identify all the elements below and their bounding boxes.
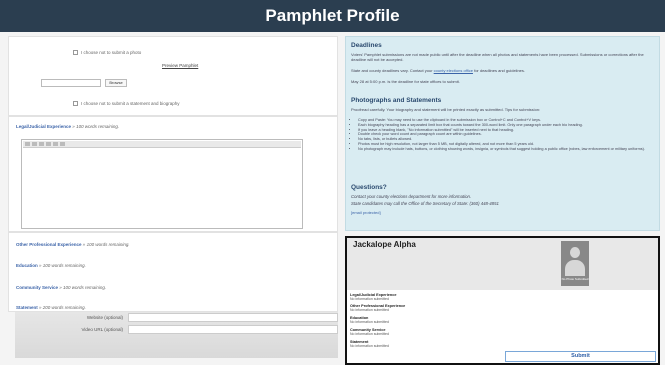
questions-heading: Questions? xyxy=(351,184,387,191)
redo-icon[interactable] xyxy=(32,142,37,146)
education-remaining: 100 words remaining. xyxy=(42,263,86,268)
no-photo-caption: No Photo Submitted xyxy=(561,277,589,281)
no-statement-checkbox[interactable] xyxy=(73,101,78,106)
info-panel: Deadlines Voters' Pamphlet submissions a… xyxy=(345,36,660,365)
deadlines-text-2-post: for deadlines and guidelines. xyxy=(474,68,526,73)
page-title: Pamphlet Profile xyxy=(265,6,400,25)
legal-remaining: 100 words remaining. xyxy=(76,124,120,129)
deadlines-text-1: Voters' Pamphlet submissions are not mad… xyxy=(351,52,644,62)
legal-title: Legal/Judicial Experience xyxy=(16,124,72,129)
undo-icon[interactable] xyxy=(25,142,30,146)
pamphlet-preview: Jackalope Alpha No Photo Submitted Legal… xyxy=(345,236,660,365)
photos-text: Proofread carefully. Your biography and … xyxy=(351,107,541,112)
form-panel: I choose not to submit a photo Preview P… xyxy=(8,36,338,358)
candidate-photo-placeholder: No Photo Submitted xyxy=(561,241,589,286)
person-silhouette-body xyxy=(565,260,585,276)
education-header[interactable]: Education » 100 words remaining. xyxy=(16,263,86,268)
preview-header: Jackalope Alpha No Photo Submitted xyxy=(347,238,658,290)
tip-item: No photograph may include hats, buttons,… xyxy=(358,147,654,152)
preview-pamphlet-link[interactable]: Preview Pamphlet xyxy=(162,63,198,68)
copy-icon[interactable] xyxy=(46,142,51,146)
photos-heading: Photographs and Statements xyxy=(351,97,442,104)
preview-content: Jackalope Alpha No Photo Submitted Legal… xyxy=(347,238,658,350)
statement-remaining: 200 words remaining. xyxy=(42,305,86,310)
community-title: Community Service xyxy=(16,285,59,290)
collapsed-sections: Other Professional Experience » 100 word… xyxy=(8,232,338,312)
preview-value-legal: No information submitted xyxy=(350,297,389,301)
other-title: Other Professional Experience xyxy=(16,242,82,247)
no-photo-option[interactable]: I choose not to submit a photo xyxy=(73,50,141,55)
community-remaining: 100 words remaining. xyxy=(63,285,107,290)
tips-list: Copy and Paste: You may need to use the … xyxy=(358,118,654,152)
legal-section: Legal/Judicial Experience » 100 words re… xyxy=(8,116,338,232)
person-silhouette-icon xyxy=(570,247,580,258)
legal-header[interactable]: Legal/Judicial Experience » 100 words re… xyxy=(16,124,119,129)
deadlines-box: Deadlines Voters' Pamphlet submissions a… xyxy=(345,36,660,231)
preview-value-community: No information submitted xyxy=(350,332,389,336)
title-bar: Pamphlet Profile xyxy=(0,0,665,32)
website-input[interactable] xyxy=(128,313,338,322)
submit-button[interactable]: Submit xyxy=(505,351,656,362)
video-url-input[interactable] xyxy=(128,325,338,334)
preview-value-education: No information submitted xyxy=(350,320,389,324)
deadlines-heading: Deadlines xyxy=(351,42,382,49)
preview-value-statement: No information submitted xyxy=(350,344,389,348)
browse-button[interactable]: Browse xyxy=(105,79,127,87)
statement-header[interactable]: Statement » 200 words remaining. xyxy=(16,305,86,310)
statement-title: Statement xyxy=(16,305,38,310)
community-header[interactable]: Community Service » 100 words remaining. xyxy=(16,285,106,290)
deadlines-text-2-pre: State and county deadlines vary. Contact… xyxy=(351,68,433,73)
no-statement-label: I choose not to submit a statement and b… xyxy=(81,101,180,106)
website-label: Website (optional) xyxy=(86,315,123,320)
other-remaining: 100 words remaining. xyxy=(86,242,130,247)
education-title: Education xyxy=(16,263,38,268)
no-photo-checkbox[interactable] xyxy=(73,50,78,55)
format-icon[interactable] xyxy=(60,142,65,146)
no-photo-label: I choose not to submit a photo xyxy=(81,50,142,55)
legal-editor[interactable] xyxy=(21,139,303,229)
video-url-label: Video URL (optional) xyxy=(81,327,123,332)
cut-icon[interactable] xyxy=(39,142,44,146)
deadlines-text-3: May 28 at 5:00 p.m. is the deadline for … xyxy=(351,79,460,84)
questions-text-2: State candidates may call the Office of … xyxy=(351,201,499,206)
photo-section: I choose not to submit a photo Preview P… xyxy=(8,36,338,116)
optional-links-area: Website (optional) Video URL (optional) xyxy=(15,312,338,358)
preview-value-other: No information submitted xyxy=(350,308,389,312)
editor-toolbar xyxy=(23,141,301,148)
email-link[interactable]: [email protected] xyxy=(351,210,381,215)
no-statement-option[interactable]: I choose not to submit a statement and b… xyxy=(73,101,180,106)
other-header[interactable]: Other Professional Experience » 100 word… xyxy=(16,242,130,247)
paste-icon[interactable] xyxy=(53,142,58,146)
questions-text-1: Contact your county elections department… xyxy=(351,194,472,199)
photo-file-input[interactable] xyxy=(41,79,101,87)
preview-footer: Submit xyxy=(347,350,658,363)
county-elections-link[interactable]: county elections office xyxy=(434,68,473,73)
candidate-name: Jackalope Alpha xyxy=(353,240,416,249)
deadlines-text-2: State and county deadlines vary. Contact… xyxy=(351,68,656,73)
